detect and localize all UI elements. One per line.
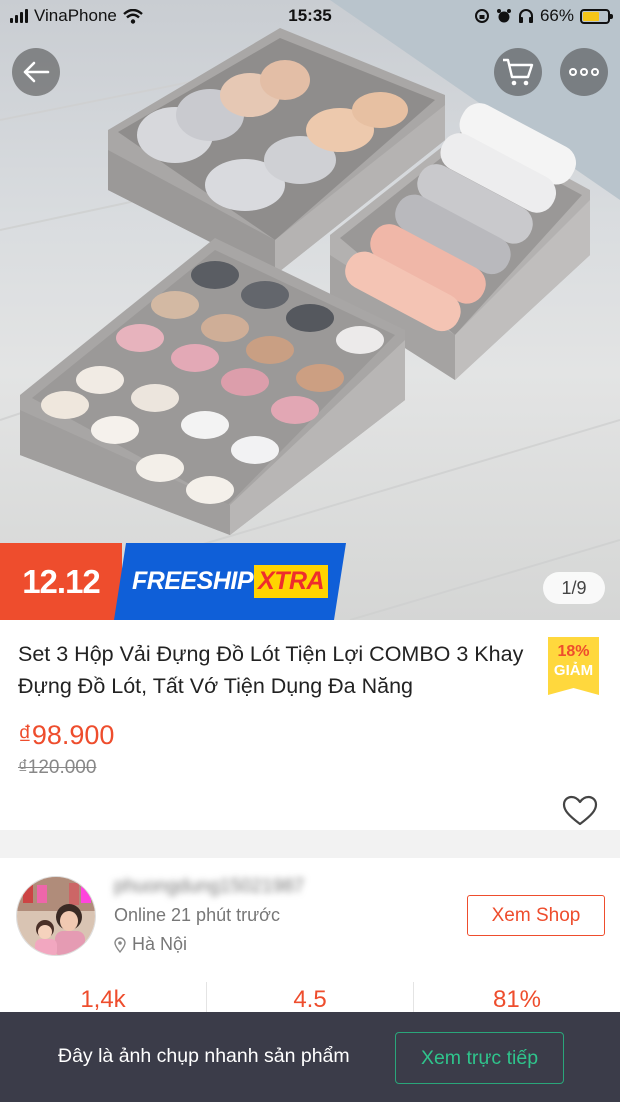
xtra-label: XTRA [254, 565, 328, 598]
location-pin-icon [114, 936, 126, 953]
rotation-lock-icon [474, 9, 489, 23]
heart-outline-icon[interactable] [562, 795, 598, 827]
battery-icon [580, 8, 613, 24]
cart-icon [503, 58, 534, 86]
shop-location: Hà Nội [114, 934, 187, 955]
snapshot-message: Đây là ảnh chụp nhanh sản phẩm [58, 1045, 350, 1067]
headphones-icon [518, 9, 533, 23]
shop-avatar[interactable] [16, 876, 96, 956]
image-counter: 1/9 [543, 572, 605, 604]
shop-location-text: Hà Nội [132, 934, 188, 954]
alarm-icon [496, 9, 511, 23]
view-shop-button[interactable]: Xem Shop [467, 895, 605, 936]
discount-label: GIẢM [553, 662, 594, 679]
view-live-button[interactable]: Xem trực tiếp [395, 1032, 564, 1084]
status-bar: VinaPhone 15:35 66% [0, 0, 620, 34]
more-dots-icon [569, 68, 599, 76]
current-price: ₫98.900 [18, 720, 115, 750]
snapshot-bar: Đây là ảnh chụp nhanh sản phẩm Xem trực … [0, 1012, 620, 1102]
cart-button[interactable] [494, 48, 542, 96]
product-page: VinaPhone 15:35 66% 12.12 FREESHIP XTRA … [0, 0, 620, 1102]
product-title: Set 3 Hộp Vải Đựng Đồ Lót Tiện Lợi COMBO… [18, 642, 524, 698]
freeship-label: FREESHIP [132, 567, 254, 595]
sale-badge: 12.12 [0, 543, 122, 620]
product-info: Set 3 Hộp Vải Đựng Đồ Lót Tiện Lợi COMBO… [0, 620, 620, 830]
shop-online-status: Online 21 phút trước [114, 905, 280, 925]
section-divider [0, 830, 620, 858]
freeship-badge: FREESHIP XTRA [114, 543, 346, 620]
more-button[interactable] [560, 48, 608, 96]
product-image-gallery[interactable]: VinaPhone 15:35 66% 12.12 FREESHIP XTRA … [0, 0, 620, 620]
battery-percent: 66% [539, 6, 574, 25]
shop-name: phuongdung15021987 [114, 876, 305, 897]
avatar-photo [17, 877, 95, 955]
discount-badge: 18% GIẢM [548, 637, 599, 695]
back-button[interactable] [12, 48, 60, 96]
promo-banner: 12.12 FREESHIP XTRA [0, 543, 346, 620]
arrow-left-icon [23, 61, 50, 83]
original-price: ₫120.000 [18, 757, 97, 778]
discount-percent: 18% [557, 643, 590, 660]
